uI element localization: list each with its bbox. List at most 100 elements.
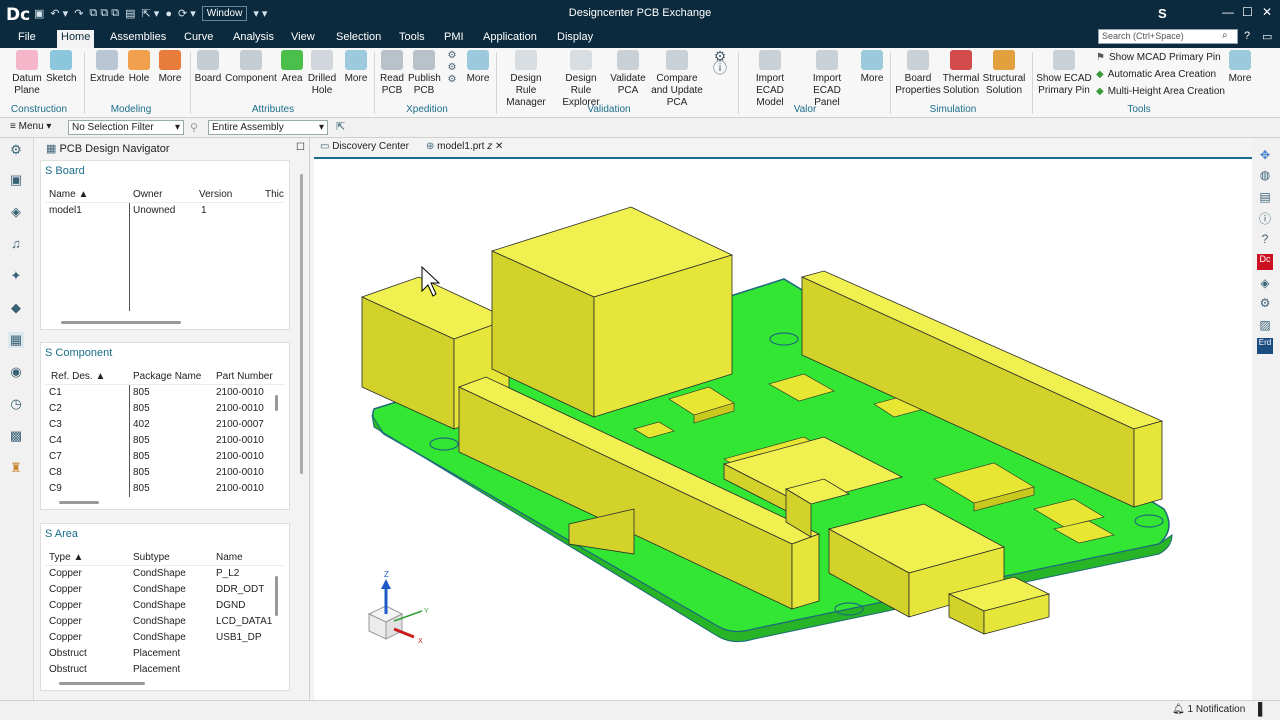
settings-icon[interactable]: ⚙ xyxy=(8,142,24,158)
tab-tools[interactable]: Tools xyxy=(395,30,429,46)
vertical-scrollbar[interactable] xyxy=(275,576,278,616)
navigator-scrollbar[interactable] xyxy=(300,174,303,474)
hole-button[interactable]: Hole xyxy=(126,50,152,85)
horizontal-scrollbar[interactable] xyxy=(59,682,145,685)
table-row[interactable]: model1 Unowned 1 xyxy=(45,203,285,219)
dc-app-icon[interactable]: Dc xyxy=(1257,254,1273,270)
column-header[interactable]: Ref. Des. ▲ xyxy=(51,371,105,382)
more-attributes-button[interactable]: More xyxy=(342,50,370,85)
maximize-icon[interactable]: ☐ xyxy=(1242,5,1253,19)
board-button[interactable]: Board xyxy=(194,50,222,85)
orient-icon[interactable]: ✥ xyxy=(1257,148,1273,164)
more-modeling-button[interactable]: More xyxy=(156,50,184,85)
ribbon-menu-icon[interactable]: ▭ xyxy=(1262,30,1272,43)
maximize-panel-icon[interactable]: ☐ xyxy=(296,142,305,153)
column-header[interactable]: Version xyxy=(199,189,232,200)
sketch-button[interactable]: Sketch xyxy=(46,50,77,85)
show-ecad-primary-pin-button[interactable]: Show ECAD Primary Pin xyxy=(1036,50,1092,97)
reuse-library-icon[interactable]: ◆ xyxy=(8,300,24,316)
component-panel-title[interactable]: S Component xyxy=(45,347,112,359)
bell-icon[interactable]: ♫ xyxy=(8,236,24,252)
table-row[interactable]: Obstruct Placement xyxy=(45,662,285,678)
column-header[interactable]: Part Number xyxy=(216,371,273,382)
read-pcb-button[interactable]: Read PCB xyxy=(378,50,406,97)
show-mcad-primary-pin-button[interactable]: ⚑ Show MCAD Primary Pin xyxy=(1096,52,1221,63)
tab-view[interactable]: View xyxy=(287,30,319,46)
column-header[interactable]: Owner xyxy=(133,189,162,200)
tab-model1[interactable]: ⊛ model1.prt z ✕ xyxy=(426,141,503,152)
table-row[interactable]: Copper CondShape USB1_DP xyxy=(45,630,285,646)
design-rule-manager-button[interactable]: Design Rule Manager xyxy=(500,50,552,109)
status-chevron-icon[interactable]: ▌ xyxy=(1258,702,1267,716)
component-button[interactable]: Component xyxy=(224,50,278,85)
area-panel-title[interactable]: S Area xyxy=(45,528,78,540)
render-icon[interactable]: ◈ xyxy=(1257,276,1273,292)
history-icon[interactable]: ◷ xyxy=(8,396,24,412)
table-row[interactable]: C2 805 2100-0010 xyxy=(45,401,285,417)
validate-pca-button[interactable]: Validate PCA xyxy=(610,50,646,97)
xpedition-small-tools[interactable]: ⚙ ⚙ ⚙ xyxy=(444,50,460,86)
horizontal-scrollbar[interactable] xyxy=(59,501,99,504)
part-navigator-icon[interactable]: ▣ xyxy=(8,172,24,188)
pcb-3d-model[interactable]: Z Y X xyxy=(314,159,1252,700)
column-header[interactable]: Type ▲ xyxy=(49,552,83,563)
layers-icon[interactable]: ▤ xyxy=(1257,190,1273,206)
import-ecad-model-button[interactable]: Import ECAD Model xyxy=(742,50,798,109)
tab-display[interactable]: Display xyxy=(553,30,597,46)
table-row[interactable]: C1 805 2100-0010 xyxy=(45,385,285,401)
erd-app-icon[interactable]: Erd xyxy=(1257,338,1273,354)
table-row[interactable]: Copper CondShape LCD_DATA1 xyxy=(45,614,285,630)
tab-home[interactable]: Home xyxy=(57,30,95,48)
help-icon[interactable]: ? xyxy=(1257,232,1273,248)
tab-discovery-center[interactable]: ▭ Discovery Center xyxy=(320,141,409,152)
column-header[interactable]: Subtype xyxy=(133,552,170,563)
assembly-navigator-icon[interactable]: ◈ xyxy=(8,204,24,220)
filter-icon[interactable]: ⚲ xyxy=(190,121,198,134)
publish-pcb-button[interactable]: Publish PCB xyxy=(408,50,441,97)
table-row[interactable]: Obstruct Placement xyxy=(45,646,285,662)
datum-plane-button[interactable]: Datum Plane xyxy=(8,50,46,97)
web-browser-icon[interactable]: ◉ xyxy=(8,364,24,380)
board-panel-title[interactable]: S Board xyxy=(45,165,85,177)
search-icon[interactable]: ⌕ xyxy=(1222,30,1228,41)
view-triad[interactable]: Z Y X xyxy=(367,570,429,645)
tab-assemblies[interactable]: Assemblies xyxy=(106,30,170,46)
selection-filter-dropdown[interactable]: No Selection Filter ▾ xyxy=(68,120,184,135)
scope-dropdown[interactable]: Entire Assembly ▾ xyxy=(208,120,328,135)
automatic-area-creation-button[interactable]: ◆ Automatic Area Creation xyxy=(1096,69,1216,80)
table-row[interactable]: Copper CondShape P_L2 xyxy=(45,566,285,582)
column-header[interactable]: Name ▲ xyxy=(49,189,88,200)
tab-selection[interactable]: Selection xyxy=(332,30,385,46)
snap-icon[interactable]: ⇱ xyxy=(336,120,345,133)
column-header[interactable]: Thic xyxy=(265,189,284,200)
design-rule-explorer-button[interactable]: Design Rule Explorer xyxy=(556,50,606,109)
close-icon[interactable]: ✕ xyxy=(1262,5,1272,19)
tab-file[interactable]: File xyxy=(14,30,40,46)
area-button[interactable]: Area xyxy=(280,50,304,85)
minimize-icon[interactable]: — xyxy=(1222,5,1234,19)
tab-analysis[interactable]: Analysis xyxy=(229,30,278,46)
tab-curve[interactable]: Curve xyxy=(180,30,217,46)
table-row[interactable]: Copper CondShape DGND xyxy=(45,598,285,614)
notification-indicator[interactable]: 🔔︎ 1 Notification xyxy=(1172,704,1245,715)
column-header[interactable]: Package Name xyxy=(133,371,201,382)
compare-update-pca-button[interactable]: Compare and Update PCA xyxy=(648,50,706,109)
table-row[interactable]: Copper CondShape DDR_ODT xyxy=(45,582,285,598)
table-row[interactable]: C4 805 2100-0010 xyxy=(45,433,285,449)
menu-button[interactable]: ≡ Menu ▾ xyxy=(10,121,51,132)
view-cube-icon[interactable]: ◍ xyxy=(1257,168,1273,184)
board-properties-button[interactable]: Board Properties xyxy=(894,50,942,97)
measure-icon[interactable]: ▨ xyxy=(1257,318,1273,334)
constraint-icon[interactable]: ✦ xyxy=(8,268,24,284)
table-row[interactable]: C9 805 2100-0010 xyxy=(45,481,285,497)
tab-application[interactable]: Application xyxy=(479,30,541,46)
structural-solution-button[interactable]: Structural Solution xyxy=(982,50,1026,97)
info-icon[interactable]: ⓘ xyxy=(1257,210,1273,226)
system-materials-icon[interactable]: ▩ xyxy=(8,428,24,444)
column-header[interactable]: Name xyxy=(216,552,243,563)
settings-icon[interactable]: ⚙ ⓘ xyxy=(710,49,730,75)
settings-icon[interactable]: ⚙ xyxy=(1257,296,1273,312)
help-icon[interactable]: ? xyxy=(1244,30,1250,42)
more-valor-button[interactable]: More xyxy=(858,50,886,85)
import-ecad-panel-button[interactable]: Import ECAD Panel xyxy=(800,50,854,109)
